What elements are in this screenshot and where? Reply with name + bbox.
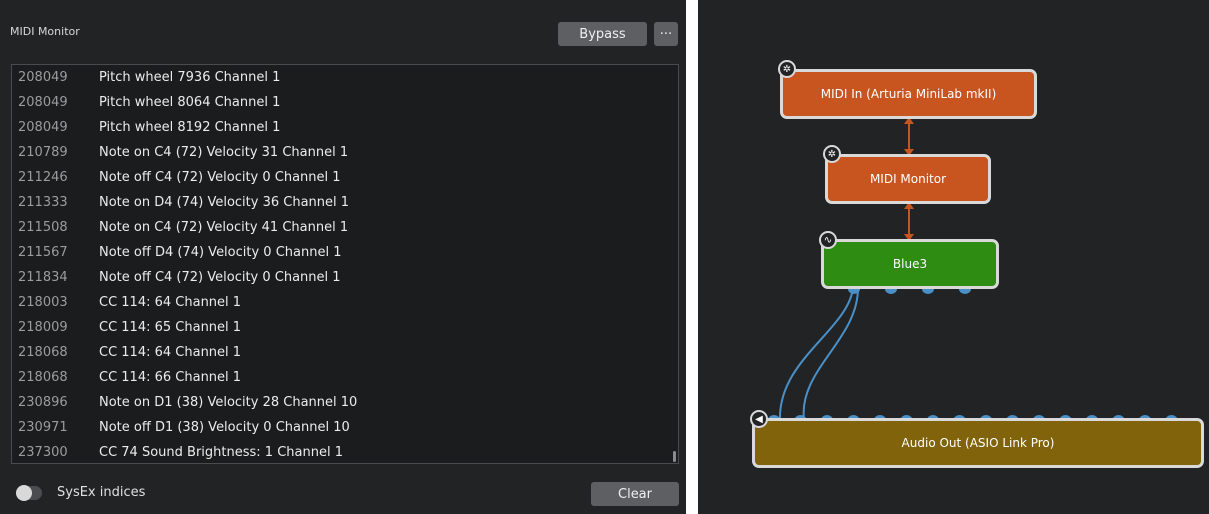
list-item[interactable]: 210789 Note on C4 (72) Velocity 31 Channe… — [12, 140, 678, 165]
event-message: Note on D1 (38) Velocity 28 Channel 10 — [99, 395, 358, 410]
list-item[interactable]: 211508 Note on C4 (72) Velocity 41 Channe… — [12, 215, 678, 240]
event-message: Note on C4 (72) Velocity 31 Channel 1 — [99, 145, 349, 160]
event-message: Pitch wheel 8064 Channel 1 — [99, 95, 281, 110]
event-timestamp: 208049 — [18, 70, 68, 85]
node-label: MIDI In (Arturia MiniLab mkII) — [820, 87, 997, 101]
list-item[interactable]: 211567 Note off D4 (74) Velocity 0 Channe… — [12, 240, 678, 265]
list-item[interactable]: 218068 CC 114: 66 Channel 1 — [12, 365, 678, 390]
midi-connection-in-to-monitor — [904, 117, 914, 156]
event-message: Note on D4 (74) Velocity 36 Channel 1 — [99, 195, 350, 210]
panel-title: MIDI Monitor — [10, 25, 80, 38]
audio-connection-left — [778, 287, 854, 421]
midi-port-icon: ✲ — [778, 60, 796, 78]
list-item[interactable]: 211246 Note off C4 (72) Velocity 0 Channe… — [12, 165, 678, 190]
event-message: CC 114: 64 Channel 1 — [99, 295, 242, 310]
toggle-knob — [16, 485, 32, 501]
bypass-button[interactable]: Bypass — [558, 22, 647, 46]
list-item[interactable]: 208049 Pitch wheel 8064 Channel 1 — [12, 90, 678, 115]
sysex-indices-toggle[interactable] — [16, 485, 42, 501]
list-item[interactable]: 230896 Note on D1 (38) Velocity 28 Channe… — [12, 390, 678, 415]
event-message: CC 114: 64 Channel 1 — [99, 345, 242, 360]
event-message: CC 74 Sound Brightness: 1 Channel 1 — [99, 445, 343, 460]
clear-button[interactable]: Clear — [591, 482, 679, 506]
node-label: Blue3 — [892, 257, 928, 271]
event-message: Note on C4 (72) Velocity 41 Channel 1 — [99, 220, 349, 235]
event-timestamp: 237300 — [18, 445, 68, 460]
list-item[interactable]: 208049 Pitch wheel 7936 Channel 1 — [12, 65, 678, 90]
node-midi-in[interactable]: MIDI In (Arturia MiniLab mkII) — [780, 69, 1037, 119]
event-timestamp: 211508 — [18, 220, 68, 235]
event-message: Note off D4 (74) Velocity 0 Channel 1 — [99, 245, 342, 260]
list-item[interactable]: 218009 CC 114: 65 Channel 1 — [12, 315, 678, 340]
midi-monitor-panel: MIDI Monitor Bypass ··· 208049 Pitch whee… — [0, 0, 686, 514]
event-timestamp: 208049 — [18, 120, 68, 135]
event-timestamp: 211567 — [18, 245, 68, 260]
midi-connection-monitor-to-blue3 — [904, 202, 914, 241]
scrollbar-thumb[interactable] — [673, 451, 676, 462]
event-timestamp: 218068 — [18, 345, 68, 360]
list-item[interactable]: 211333 Note on D4 (74) Velocity 36 Channe… — [12, 190, 678, 215]
list-item[interactable]: 218003 CC 114: 64 Channel 1 — [12, 290, 678, 315]
event-message: Note off D1 (38) Velocity 0 Channel 10 — [99, 420, 350, 435]
blue3-output-pins[interactable] — [848, 289, 971, 294]
list-item[interactable]: 230971 Note off D1 (38) Velocity 0 Channe… — [12, 415, 678, 440]
list-item[interactable]: 208049 Pitch wheel 8192 Channel 1 — [12, 115, 678, 140]
event-timestamp: 208049 — [18, 95, 68, 110]
event-timestamp: 218003 — [18, 295, 68, 310]
list-item[interactable]: 211834 Note off C4 (72) Velocity 0 Channe… — [12, 265, 678, 290]
event-message: Note off C4 (72) Velocity 0 Channel 1 — [99, 170, 341, 185]
node-label: Audio Out (ASIO Link Pro) — [901, 436, 1055, 450]
event-timestamp: 230971 — [18, 420, 68, 435]
midi-event-list[interactable]: 208049 Pitch wheel 7936 Channel 1 208049 Pi… — [11, 64, 679, 464]
event-message: CC 114: 66 Channel 1 — [99, 370, 242, 385]
event-timestamp: 218068 — [18, 370, 68, 385]
event-timestamp: 211333 — [18, 195, 68, 210]
audio-connection-right — [802, 287, 859, 421]
event-timestamp: 210789 — [18, 145, 68, 160]
event-timestamp: 211834 — [18, 270, 68, 285]
event-message: CC 114: 65 Channel 1 — [99, 320, 242, 335]
list-item[interactable]: 218068 CC 114: 64 Channel 1 — [12, 340, 678, 365]
event-message: Note off C4 (72) Velocity 0 Channel 1 — [99, 270, 341, 285]
event-message: Pitch wheel 8192 Channel 1 — [99, 120, 281, 135]
node-audio-out[interactable]: Audio Out (ASIO Link Pro) — [752, 418, 1204, 468]
waveform-icon: ∿ — [819, 231, 837, 249]
event-timestamp: 218009 — [18, 320, 68, 335]
more-options-button[interactable]: ··· — [654, 22, 678, 46]
node-midi-monitor[interactable]: MIDI Monitor — [825, 154, 991, 204]
event-timestamp: 211246 — [18, 170, 68, 185]
event-message: Pitch wheel 7936 Channel 1 — [99, 70, 281, 85]
sysex-indices-label: SysEx indices — [57, 485, 146, 500]
list-item[interactable]: 237300 CC 74 Sound Brightness: 1 Channel … — [12, 440, 678, 463]
speaker-icon: ◀ — [750, 410, 768, 428]
routing-graph[interactable]: MIDI In (Arturia MiniLab mkII) ✲ MIDI Mo… — [698, 0, 1209, 514]
event-timestamp: 230896 — [18, 395, 68, 410]
node-label: MIDI Monitor — [869, 172, 947, 186]
midi-port-icon: ✲ — [823, 145, 841, 163]
node-blue3[interactable]: Blue3 — [821, 239, 999, 289]
